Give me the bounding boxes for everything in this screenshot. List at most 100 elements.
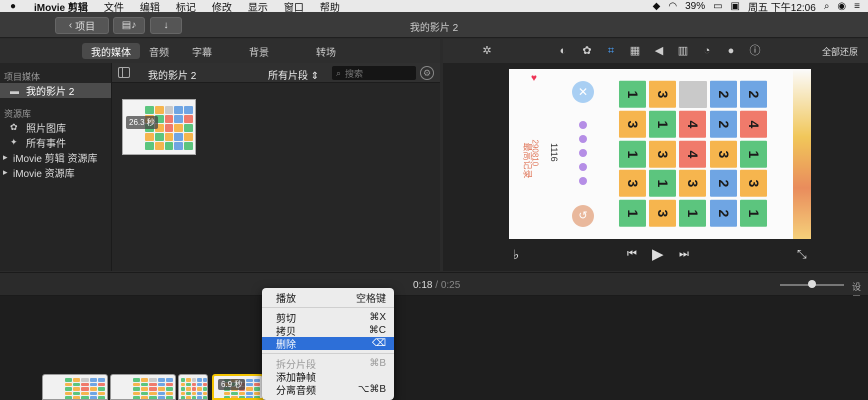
settings-icon[interactable]: ⚙ xyxy=(420,66,434,80)
arrow-down-icon: ↓ xyxy=(163,20,169,31)
timeline-zoom-slider[interactable] xyxy=(780,280,844,288)
clip-filter-select[interactable]: 所有片段 ⇕ xyxy=(268,67,319,82)
color-correction-icon[interactable]: ✿ xyxy=(579,43,595,59)
board-tile xyxy=(253,391,260,395)
board-tile xyxy=(81,387,89,391)
tab-transitions[interactable]: 转场 xyxy=(307,43,345,59)
board-tile xyxy=(246,391,253,395)
battery-icon[interactable]: ▭ xyxy=(713,1,722,12)
tab-my-media[interactable]: 我的媒体 xyxy=(82,43,140,59)
board-tile xyxy=(154,133,164,141)
tab-titles[interactable]: 字幕 xyxy=(183,43,221,59)
board-tile xyxy=(133,378,141,382)
skip-forward-icon[interactable]: ⏭ xyxy=(679,248,689,261)
sidebar-toggle-icon[interactable] xyxy=(118,67,130,78)
sidebar-item-imovie-library[interactable]: ▸ iMovie 资源库 xyxy=(0,165,111,180)
play-icon[interactable]: ▶ xyxy=(652,245,664,263)
board-tile xyxy=(149,396,157,399)
media-import-filmstrip-button[interactable]: ▤♪ xyxy=(113,17,145,34)
board-tile xyxy=(97,391,105,396)
microphone-icon[interactable]: ♭ xyxy=(513,247,519,263)
menu-item-shortcut: ⌘B xyxy=(369,358,386,369)
reset-all-button[interactable]: 全部还原 xyxy=(822,45,858,58)
board-tile xyxy=(133,391,141,396)
current-time: 0:18 xyxy=(413,280,433,291)
menu-separator xyxy=(262,353,394,354)
disclosure-triangle-icon[interactable]: ▸ xyxy=(3,167,11,178)
board-tile xyxy=(197,387,202,391)
game-board: 132231424134313132313121 xyxy=(619,80,767,228)
chevron-left-icon: ‹ xyxy=(68,20,73,31)
board-tile xyxy=(246,387,253,391)
score-value: 1116 xyxy=(549,143,559,162)
board-tile xyxy=(145,106,154,114)
media-clip-thumbnail[interactable]: 26.3 秒 xyxy=(122,99,196,155)
timeline-clip[interactable] xyxy=(110,374,176,400)
board-tile: 3 xyxy=(709,140,737,168)
back-to-projects-button[interactable]: ‹ 项目 xyxy=(55,17,109,34)
wifi-icon[interactable]: ◠ xyxy=(668,1,677,12)
speed-icon[interactable]: ◔ xyxy=(699,43,715,59)
notification-center-icon[interactable]: ≡ xyxy=(854,1,860,12)
sidebar-item-label: iMovie 剪辑 资源库 xyxy=(13,154,98,165)
browser-title: 我的影片 2 xyxy=(148,71,197,82)
noise-reduction-icon[interactable]: ▥ xyxy=(675,43,691,59)
qq-icon[interactable]: ◆ xyxy=(653,1,661,12)
crop-icon[interactable]: ⌗ xyxy=(603,43,619,59)
timeline-clip[interactable] xyxy=(42,374,108,400)
clip-filter-icon[interactable]: ● xyxy=(723,43,739,59)
siri-icon[interactable]: ◉ xyxy=(837,1,846,12)
board-tile xyxy=(165,378,173,382)
menu-separator xyxy=(262,307,394,308)
board-tile xyxy=(65,387,73,391)
board-tile xyxy=(164,106,174,114)
board-tile: 4 xyxy=(679,140,707,168)
board-tile xyxy=(246,383,253,387)
board-tile xyxy=(184,142,193,150)
zoom-slider-knob[interactable] xyxy=(808,280,816,288)
fullscreen-icon[interactable]: ⤡ xyxy=(797,247,807,262)
import-button[interactable]: ↓ xyxy=(150,17,182,34)
board-tile xyxy=(181,391,186,396)
board-tile xyxy=(202,378,207,382)
board-tile xyxy=(157,391,165,396)
playhead-time: 0:18 / 0:25 xyxy=(413,280,460,291)
disclosure-triangle-icon[interactable]: ▸ xyxy=(3,152,11,163)
close-circle-icon: ✕ xyxy=(572,81,594,103)
search-icon: ⌕ xyxy=(336,67,342,78)
playback-controls: ♭ ⏮ ▶ ⏭ ⤡ xyxy=(443,243,868,269)
tab-audio[interactable]: 音频 xyxy=(140,43,178,59)
board-tile xyxy=(141,391,149,396)
board-tile xyxy=(184,115,193,123)
search-input[interactable]: ⌕ 搜索 xyxy=(332,66,416,80)
menu-item-shortcut: ⌫ xyxy=(371,338,386,349)
sidebar-item-project[interactable]: ▬ 我的影片 2 xyxy=(0,83,111,98)
total-time: 0:25 xyxy=(440,280,461,291)
sidebar-item-photos[interactable]: ✿ 照片图库 xyxy=(0,120,111,135)
board-tile xyxy=(149,387,157,391)
sidebar-item-label: 照片图库 xyxy=(26,124,66,135)
context-menu-item[interactable]: 分离音频 ⌥⌘B xyxy=(262,383,394,397)
sidebar-item-imovie-clips-library[interactable]: ▸ iMovie 剪辑 资源库 xyxy=(0,150,111,165)
keyboard-input-icon[interactable]: ▣ xyxy=(731,1,740,12)
board-tile xyxy=(154,142,164,150)
board-tile: 3 xyxy=(740,170,767,198)
context-menu-item[interactable]: 删除 ⌫ xyxy=(262,337,394,351)
timeline-clip-selected[interactable]: 6.9 秒 xyxy=(212,374,264,400)
clip-info-icon[interactable]: ⓘ xyxy=(747,43,763,59)
skip-back-icon[interactable]: ⏮ xyxy=(627,248,637,261)
sidebar-item-all-events[interactable]: ✦ 所有事件 xyxy=(0,135,111,150)
tab-backgrounds[interactable]: 背景 xyxy=(240,43,278,59)
media-browser: 我的影片 2 所有片段 ⇕ ⌕ 搜索 ⚙ 26.3 秒 xyxy=(112,63,440,271)
context-menu-item[interactable]: 播放 空格键 xyxy=(262,291,394,305)
magic-wand-icon[interactable]: ✲ xyxy=(479,43,495,59)
stabilization-icon[interactable]: ▦ xyxy=(627,43,643,59)
board-tile xyxy=(141,396,149,399)
volume-icon[interactable]: ◀ xyxy=(651,43,667,59)
board-tile xyxy=(186,391,191,396)
color-balance-icon[interactable]: ◐ xyxy=(555,43,571,59)
board-tile xyxy=(81,396,89,399)
search-icon[interactable]: ⌕ xyxy=(824,1,830,12)
timeline-clip[interactable] xyxy=(178,374,208,400)
apple-icon[interactable]: ● xyxy=(0,1,26,12)
